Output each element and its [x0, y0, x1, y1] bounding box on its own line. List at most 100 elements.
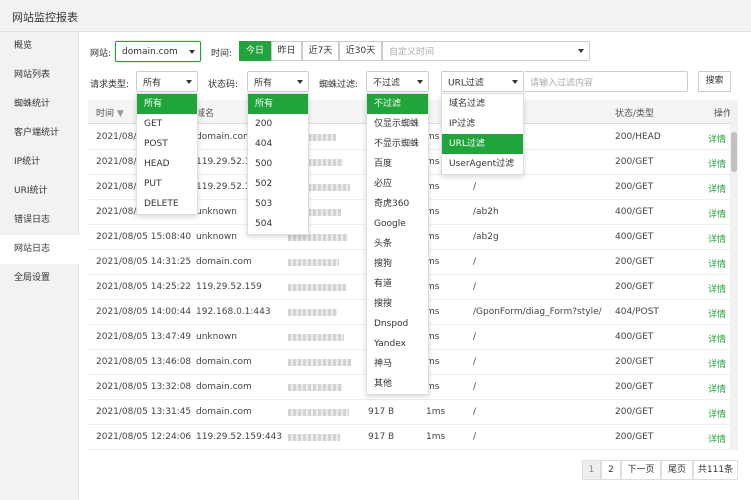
spider-option[interactable]: 仅显示蜘蛛: [367, 114, 428, 134]
cell-time: 2021/08/05 14:31:25: [96, 257, 192, 267]
url-filter-option[interactable]: UserAgent过滤: [442, 154, 523, 174]
details-link[interactable]: 详情: [708, 332, 726, 345]
sidebar-item-spider-stats[interactable]: 蜘蛛统计: [0, 90, 79, 119]
cell-uri: /: [473, 407, 477, 417]
cell-domain: 119.29.52.159:443: [196, 432, 283, 442]
cell-status-type: 200/GET: [615, 257, 654, 267]
method-select-value: 所有: [143, 78, 162, 88]
details-link[interactable]: 详情: [708, 157, 726, 170]
spider-option[interactable]: Yandex: [367, 334, 428, 354]
status-option[interactable]: 503: [248, 194, 308, 214]
details-link[interactable]: 详情: [708, 357, 726, 370]
spider-option[interactable]: 必应: [367, 174, 428, 194]
status-option[interactable]: 504: [248, 214, 308, 234]
url-filter-option[interactable]: IP过滤: [442, 114, 523, 134]
spider-option[interactable]: 有道: [367, 274, 428, 294]
cell-uri: /ab2g: [473, 232, 499, 242]
status-option[interactable]: 所有: [248, 94, 308, 114]
site-select[interactable]: domain.com: [115, 41, 201, 62]
filter-search-input[interactable]: 请输入过滤内容: [524, 71, 688, 92]
cell-ip-redacted: [288, 334, 344, 341]
status-option[interactable]: 200: [248, 114, 308, 134]
column-header-status-type: 状态/类型: [615, 109, 655, 119]
status-option[interactable]: 404: [248, 134, 308, 154]
spider-option[interactable]: Dnspod: [367, 314, 428, 334]
spider-option[interactable]: 搜狗: [367, 254, 428, 274]
cell-domain: domain.com: [196, 257, 252, 267]
status-select[interactable]: 所有: [247, 71, 309, 92]
spider-option[interactable]: 搜搜: [367, 294, 428, 314]
method-option[interactable]: PUT: [137, 174, 197, 194]
cell-response-time: 1ms: [426, 432, 446, 442]
details-link[interactable]: 详情: [708, 432, 726, 445]
cell-uri: /: [473, 382, 477, 392]
cell-status-type: 200/GET: [615, 182, 654, 192]
cell-domain: domain.com: [196, 132, 252, 142]
cell-domain: unknown: [196, 332, 237, 342]
window-title: 网站监控报表: [12, 11, 78, 24]
method-select[interactable]: 所有: [136, 71, 198, 92]
time-7days-button[interactable]: 近7天: [302, 41, 339, 61]
spider-option[interactable]: 头条: [367, 234, 428, 254]
details-link[interactable]: 详情: [708, 407, 726, 420]
next-page-button[interactable]: 下一页: [621, 460, 661, 480]
status-label: 状态码:: [208, 80, 239, 90]
spider-filter-value: 不过滤: [373, 78, 401, 88]
url-filter-select[interactable]: URL过滤: [441, 71, 524, 92]
details-link[interactable]: 详情: [708, 232, 726, 245]
details-link[interactable]: 详情: [708, 182, 726, 195]
cell-uri: /: [473, 432, 477, 442]
cell-time: 2021/08/05 14:00:44: [96, 307, 192, 317]
sidebar-item-client-stats[interactable]: 客户端统计: [0, 119, 79, 148]
scrollbar-thumb[interactable]: [731, 132, 737, 172]
table-scrollbar[interactable]: [730, 100, 738, 450]
method-option[interactable]: POST: [137, 134, 197, 154]
cell-uri: /: [473, 332, 477, 342]
sidebar-item-site-log[interactable]: 网站日志: [0, 235, 79, 264]
spider-option[interactable]: 不过滤: [367, 94, 428, 114]
sidebar-item-uri-stats[interactable]: URI统计: [0, 177, 79, 206]
cell-ip-redacted: [288, 234, 348, 241]
search-button[interactable]: 搜索: [698, 71, 731, 92]
spider-option[interactable]: 百度: [367, 154, 428, 174]
cell-ip-redacted: [288, 309, 337, 316]
details-link[interactable]: 详情: [708, 382, 726, 395]
cell-status-type: 200/GET: [615, 157, 654, 167]
page-2-button[interactable]: 2: [601, 460, 621, 480]
column-header-time[interactable]: 时间 ▼: [96, 106, 124, 119]
spider-option[interactable]: 神马: [367, 354, 428, 374]
details-link[interactable]: 详情: [708, 132, 726, 145]
cell-size: 917 B: [368, 432, 395, 442]
page-1-button[interactable]: 1: [582, 460, 601, 480]
details-link[interactable]: 详情: [708, 207, 726, 220]
method-option[interactable]: DELETE: [137, 194, 197, 214]
sidebar-item-ip-stats[interactable]: IP统计: [0, 148, 79, 177]
time-today-button[interactable]: 今日: [239, 41, 271, 61]
method-option[interactable]: HEAD: [137, 154, 197, 174]
sidebar-item-global-settings[interactable]: 全局设置: [0, 264, 79, 293]
spider-option[interactable]: 奇虎360: [367, 194, 428, 214]
method-option[interactable]: 所有: [137, 94, 197, 114]
spider-option[interactable]: 不显示蜘蛛: [367, 134, 428, 154]
sidebar-item-overview[interactable]: 概览: [0, 32, 79, 61]
spider-filter-select[interactable]: 不过滤: [366, 71, 429, 92]
url-filter-option[interactable]: URL过滤: [442, 134, 523, 154]
url-filter-option[interactable]: 域名过滤: [442, 94, 523, 114]
details-link[interactable]: 详情: [708, 307, 726, 320]
cell-domain: domain.com: [196, 357, 252, 367]
sidebar-item-error-log[interactable]: 错误日志: [0, 206, 79, 235]
spider-option[interactable]: 其他: [367, 374, 428, 394]
custom-time-select[interactable]: 自定义时间: [382, 41, 590, 61]
sidebar-item-site-list[interactable]: 网站列表: [0, 61, 79, 90]
cell-ip-redacted: [288, 384, 342, 391]
time-yesterday-button[interactable]: 昨日: [271, 41, 302, 61]
status-option[interactable]: 502: [248, 174, 308, 194]
time-30days-button[interactable]: 近30天: [339, 41, 382, 61]
status-option[interactable]: 500: [248, 154, 308, 174]
spider-option[interactable]: Google: [367, 214, 428, 234]
last-page-button[interactable]: 尾页: [661, 460, 693, 480]
details-link[interactable]: 详情: [708, 257, 726, 270]
details-link[interactable]: 详情: [708, 282, 726, 295]
method-option[interactable]: GET: [137, 114, 197, 134]
cell-status-type: 200/HEAD: [615, 132, 661, 142]
